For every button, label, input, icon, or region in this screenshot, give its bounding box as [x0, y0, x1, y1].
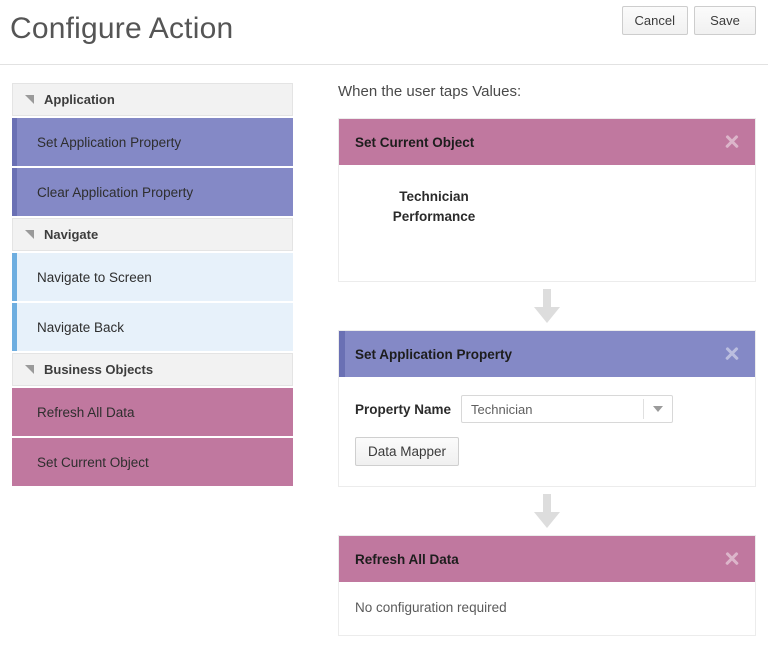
- property-name-row: Property Name Technician: [355, 395, 739, 423]
- sidebar-group-label: Business Objects: [44, 362, 153, 377]
- collapse-triangle-icon: [25, 365, 34, 374]
- action-palette-sidebar: Application Set Application Property Cle…: [12, 83, 293, 488]
- flow-connector: [338, 282, 756, 330]
- flow-card-set-application-property: Set Application Property Property Name T…: [338, 330, 756, 487]
- configure-action-page: Configure Action Cancel Save Application…: [0, 0, 768, 666]
- sidebar-item-navigate-to-screen[interactable]: Navigate to Screen: [12, 253, 293, 301]
- collapse-triangle-icon: [25, 230, 34, 239]
- save-button[interactable]: Save: [694, 6, 756, 35]
- sidebar-group-header-business-objects[interactable]: Business Objects: [12, 353, 293, 386]
- sidebar-item-label: Navigate to Screen: [17, 270, 152, 285]
- card-title: Set Application Property: [345, 347, 512, 362]
- close-icon[interactable]: [723, 133, 741, 151]
- property-name-label: Property Name: [355, 402, 451, 417]
- flow-connector: [338, 487, 756, 535]
- card-header: Set Application Property: [339, 331, 755, 377]
- current-object-name: Technician Performance: [359, 187, 509, 227]
- sidebar-item-navigate-back[interactable]: Navigate Back: [12, 303, 293, 351]
- flow-card-set-current-object: Set Current Object Technician Performanc…: [338, 118, 756, 282]
- chevron-down-icon: [644, 406, 672, 412]
- sidebar-item-label: Set Application Property: [17, 135, 181, 150]
- card-title: Refresh All Data: [339, 552, 459, 567]
- card-body: Technician Performance: [339, 165, 755, 281]
- flow-caption: When the user taps Values:: [338, 83, 756, 100]
- header-actions: Cancel Save: [622, 6, 756, 35]
- sidebar-item-label: Navigate Back: [17, 320, 124, 335]
- card-header: Set Current Object: [339, 119, 755, 165]
- card-body: No configuration required: [339, 582, 755, 635]
- sidebar-group-label: Application: [44, 92, 115, 107]
- sidebar-item-refresh-all-data[interactable]: Refresh All Data: [12, 388, 293, 436]
- card-body: Property Name Technician Data Mapper: [339, 377, 755, 486]
- sidebar-item-clear-application-property[interactable]: Clear Application Property: [12, 168, 293, 216]
- property-name-select[interactable]: Technician: [461, 395, 673, 423]
- sidebar-item-label: Clear Application Property: [17, 185, 193, 200]
- no-configuration-text: No configuration required: [355, 600, 739, 615]
- sidebar-item-label: Set Current Object: [12, 455, 149, 470]
- collapse-triangle-icon: [25, 95, 34, 104]
- sidebar-group-header-navigate[interactable]: Navigate: [12, 218, 293, 251]
- flow-card-refresh-all-data: Refresh All Data No configuration requir…: [338, 535, 756, 636]
- cancel-button[interactable]: Cancel: [622, 6, 688, 35]
- close-icon[interactable]: [723, 550, 741, 568]
- sidebar-group-label: Navigate: [44, 227, 98, 242]
- card-header: Refresh All Data: [339, 536, 755, 582]
- sidebar-group-header-application[interactable]: Application: [12, 83, 293, 116]
- page-header: Configure Action Cancel Save: [0, 0, 768, 65]
- arrow-down-icon: [534, 289, 560, 323]
- card-title: Set Current Object: [339, 135, 474, 150]
- arrow-down-icon: [534, 494, 560, 528]
- property-name-value: Technician: [462, 402, 643, 417]
- sidebar-item-set-current-object[interactable]: Set Current Object: [12, 438, 293, 486]
- close-icon[interactable]: [723, 345, 741, 363]
- sidebar-item-label: Refresh All Data: [12, 405, 135, 420]
- data-mapper-button[interactable]: Data Mapper: [355, 437, 459, 466]
- page-title: Configure Action: [10, 12, 233, 46]
- page-body: Application Set Application Property Cle…: [0, 65, 768, 666]
- action-flow-panel: When the user taps Values: Set Current O…: [338, 83, 756, 636]
- sidebar-item-set-application-property[interactable]: Set Application Property: [12, 118, 293, 166]
